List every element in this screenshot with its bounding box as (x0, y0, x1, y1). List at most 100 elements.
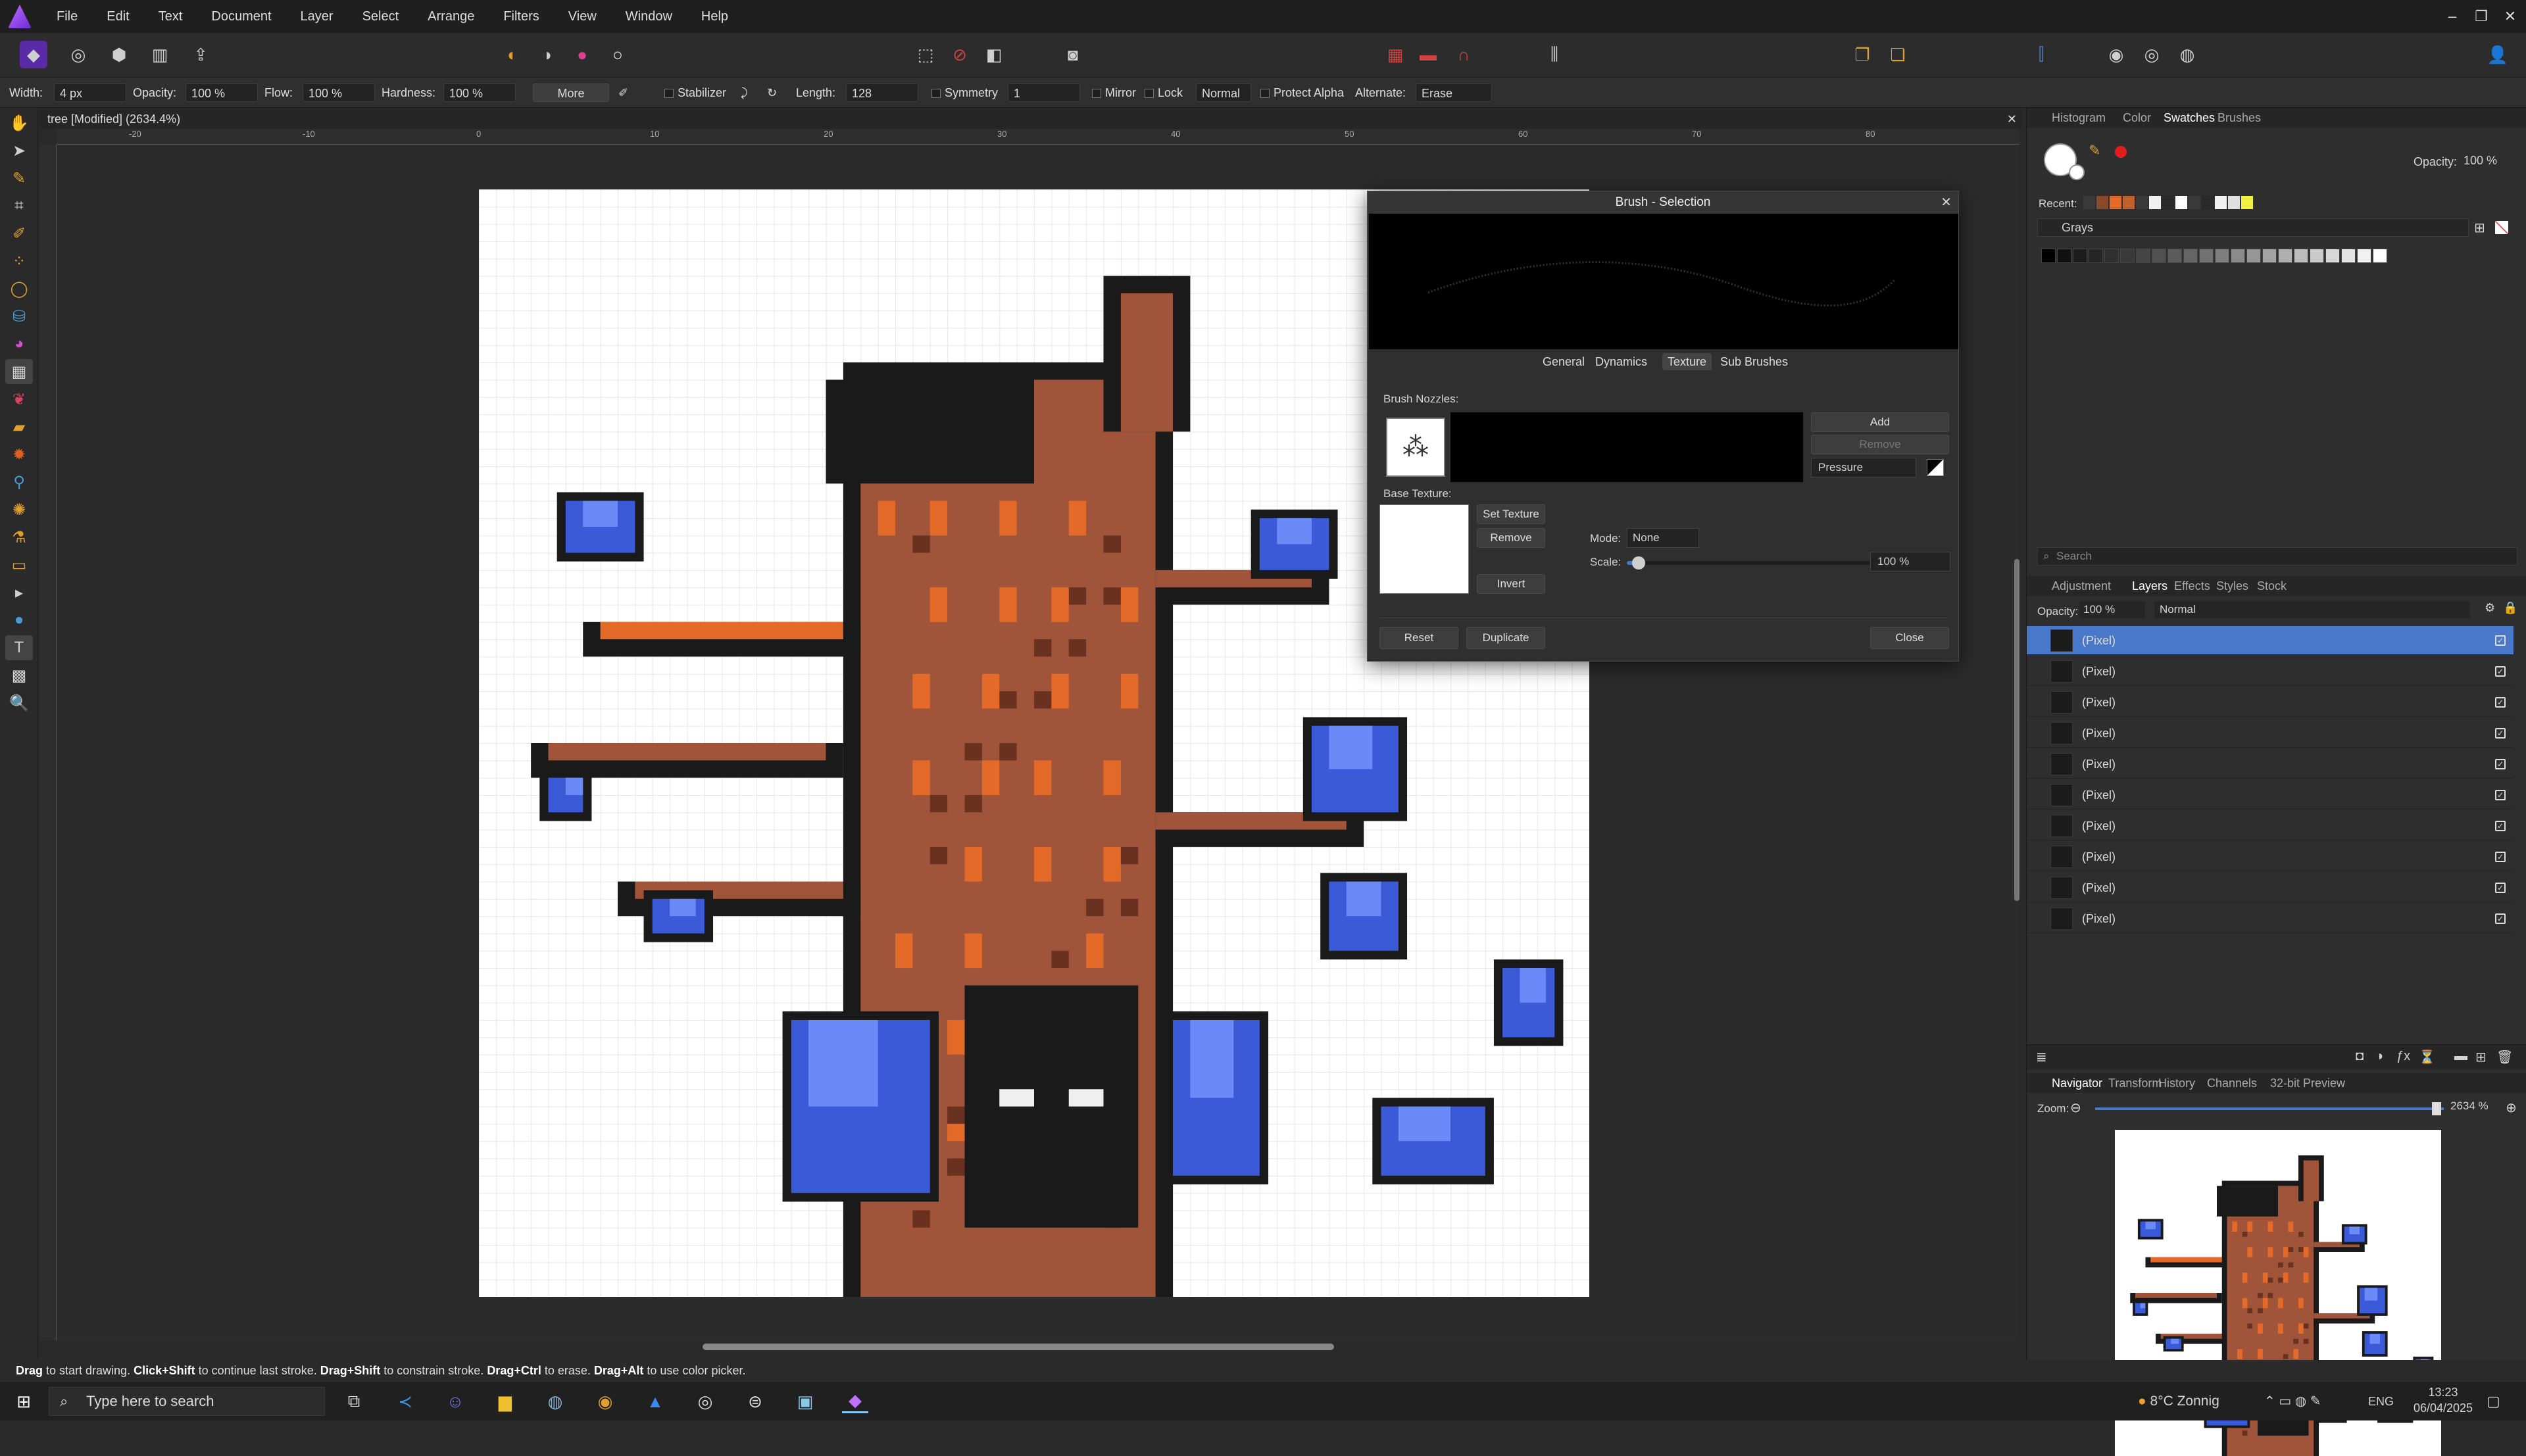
menu-select[interactable]: Select (348, 0, 414, 33)
clock-time[interactable]: 13:23 (2404, 1386, 2483, 1399)
gray-swatch[interactable] (2341, 249, 2356, 263)
develop-persona-icon[interactable]: ⬢ (105, 41, 133, 68)
recent-swatch[interactable] (2241, 196, 2253, 209)
affinity-photo-taskbar-icon[interactable]: ◆ (842, 1390, 868, 1413)
swatch-opacity-field[interactable]: 100 % (2464, 151, 2520, 170)
brush-icon[interactable]: ✐ (618, 78, 628, 108)
auto-contrast-icon[interactable]: ◑ (533, 41, 560, 68)
gray-swatch[interactable] (2073, 249, 2087, 263)
mirror-checkbox[interactable] (1092, 89, 1101, 98)
dialog-tab-dynamics[interactable]: Dynamics (1590, 353, 1652, 370)
horizontal-scrollbar[interactable] (703, 1344, 1334, 1350)
menu-arrange[interactable]: Arrange (413, 0, 489, 33)
gradient-tool-icon[interactable]: ◕ (5, 331, 33, 356)
flood-fill-tool-icon[interactable]: ⛁ (5, 304, 33, 329)
pixel-tool-icon[interactable]: ▦ (5, 359, 33, 384)
layer-visibility-checkbox[interactable]: ✓ (2495, 790, 2506, 800)
marquee-selection-icon[interactable]: ⬚ (912, 41, 939, 68)
auto-colors-icon[interactable]: ● (568, 41, 596, 68)
mode-select[interactable]: None (1627, 528, 1699, 548)
close-window-button[interactable]: ✕ (2492, 0, 2526, 33)
lock-toggle[interactable]: Lock (1145, 78, 1183, 108)
length-field[interactable]: 128 (846, 84, 918, 102)
layer-blend-select[interactable]: Normal (2154, 601, 2470, 618)
search-field[interactable]: ⌕ Search (2037, 547, 2517, 566)
close-document-icon[interactable]: ✕ (2007, 109, 2017, 129)
pressure-curve-icon[interactable] (1927, 459, 1944, 476)
gray-swatch[interactable] (2199, 249, 2214, 263)
gray-swatch[interactable] (2262, 249, 2277, 263)
tab-adjustment[interactable]: Adjustment (2052, 576, 2111, 596)
nozzle-thumbnail[interactable]: ⁂ (1386, 418, 1445, 477)
recent-swatch[interactable] (2162, 196, 2174, 209)
zoom-tool-icon[interactable]: 🔍 (5, 691, 33, 716)
dialog-close-icon[interactable]: ✕ (1941, 194, 1952, 210)
mesh-warp-tool-icon[interactable]: ▩ (5, 663, 33, 688)
gray-swatch[interactable] (2357, 249, 2371, 263)
recent-swatch[interactable] (2136, 196, 2148, 209)
layer-row[interactable]: (Pixel)✓ (2027, 688, 2514, 717)
lock-checkbox[interactable] (1145, 89, 1154, 98)
document-tab[interactable]: tree [Modified] (2634.4%)✕ (39, 109, 2022, 129)
rope-mode-icon[interactable]: ⤸ (741, 78, 748, 108)
layer-settings-icon[interactable]: ⚙ (2485, 601, 2495, 615)
inpainting-tool-icon[interactable]: ▭ (5, 552, 33, 577)
recent-swatch[interactable] (2123, 196, 2135, 209)
secondary-color-well[interactable] (2069, 164, 2085, 180)
gray-swatch[interactable] (2246, 249, 2261, 263)
layer-visibility-checkbox[interactable]: ✓ (2495, 635, 2506, 646)
discord-icon[interactable]: ☺ (442, 1390, 468, 1413)
paint-brush-tool-icon[interactable]: ❦ (5, 387, 33, 412)
tab-channels[interactable]: Channels (2207, 1073, 2257, 1093)
move-tool-icon[interactable]: ➤ (5, 138, 33, 163)
recent-swatch[interactable] (2228, 196, 2240, 209)
snapping-options-icon[interactable]: ▬ (1414, 41, 1442, 68)
protect-alpha-checkbox[interactable] (1260, 89, 1270, 98)
tone-map-persona-icon[interactable]: ▥ (146, 41, 174, 68)
blemish-tool-icon[interactable]: ✺ (5, 497, 33, 522)
layer-row[interactable]: (Pixel)✓ (2027, 873, 2514, 902)
symmetry-toggle[interactable]: Symmetry (931, 78, 998, 108)
adjustment-layer-icon[interactable]: ◑ (2375, 1049, 2383, 1064)
menu-document[interactable]: Document (197, 0, 285, 33)
text-tool-icon[interactable]: T (5, 635, 33, 660)
nozzle-list[interactable] (1450, 412, 1803, 482)
delete-layer-icon[interactable]: 🗑 (2496, 1049, 2513, 1065)
palette-options-icon[interactable]: ⊞ (2474, 220, 2485, 236)
app-icon-1[interactable]: ◎ (692, 1390, 718, 1413)
menu-layer[interactable]: Layer (286, 0, 348, 33)
duplicate-button[interactable]: Duplicate (1466, 627, 1545, 649)
gray-swatch[interactable] (2089, 249, 2103, 263)
window-mode-icon[interactable]: ↻ (767, 78, 777, 108)
dialog-tab-general[interactable]: General (1537, 353, 1590, 370)
selection-brush-tool-icon[interactable]: ✐ (5, 221, 33, 246)
notifications-icon[interactable]: ▢ (2487, 1382, 2500, 1421)
gray-swatch[interactable] (2310, 249, 2324, 263)
remove-texture-button[interactable]: Remove (1477, 528, 1545, 548)
layer-row[interactable]: (Pixel)✓ (2027, 719, 2514, 748)
shape-tool-icon[interactable]: ● (5, 608, 33, 633)
dialog-tab-texture[interactable]: Texture (1662, 353, 1712, 370)
layer-visibility-checkbox[interactable]: ✓ (2495, 728, 2506, 739)
lock-layer-icon[interactable]: 🔒 (2503, 601, 2517, 615)
zoom-field[interactable]: 2634 % (2450, 1100, 2489, 1113)
tab-navigator[interactable]: Navigator (2052, 1073, 2102, 1093)
close-dialog-button[interactable]: Close (1870, 627, 1949, 649)
tab-stock[interactable]: Stock (2257, 576, 2287, 596)
tab-histogram[interactable]: Histogram (2052, 108, 2106, 128)
zoom-slider-thumb[interactable] (2432, 1102, 2441, 1115)
protect-alpha-toggle[interactable]: Protect Alpha (1260, 78, 1344, 108)
language-indicator[interactable]: ENG (2368, 1382, 2394, 1421)
layer-opacity-field[interactable]: 100 % (2079, 601, 2145, 618)
stabilizer-toggle[interactable]: Stabilizer (664, 78, 726, 108)
vertical-scrollbar[interactable] (2014, 559, 2019, 901)
layer-row[interactable]: (Pixel)✓ (2027, 904, 2514, 933)
auto-white-balance-icon[interactable]: ○ (604, 41, 632, 68)
boolean-add-icon[interactable]: ◉ (2102, 41, 2130, 68)
tab-effects[interactable]: Effects (2174, 576, 2210, 596)
snapping-icon[interactable]: ▦ (1381, 41, 1409, 68)
layer-visibility-checkbox[interactable]: ✓ (2495, 852, 2506, 862)
arrange-back-icon[interactable]: ❐ (1848, 41, 1876, 68)
tab-transform[interactable]: Transform (2108, 1073, 2162, 1093)
recent-swatch[interactable] (2110, 196, 2121, 209)
